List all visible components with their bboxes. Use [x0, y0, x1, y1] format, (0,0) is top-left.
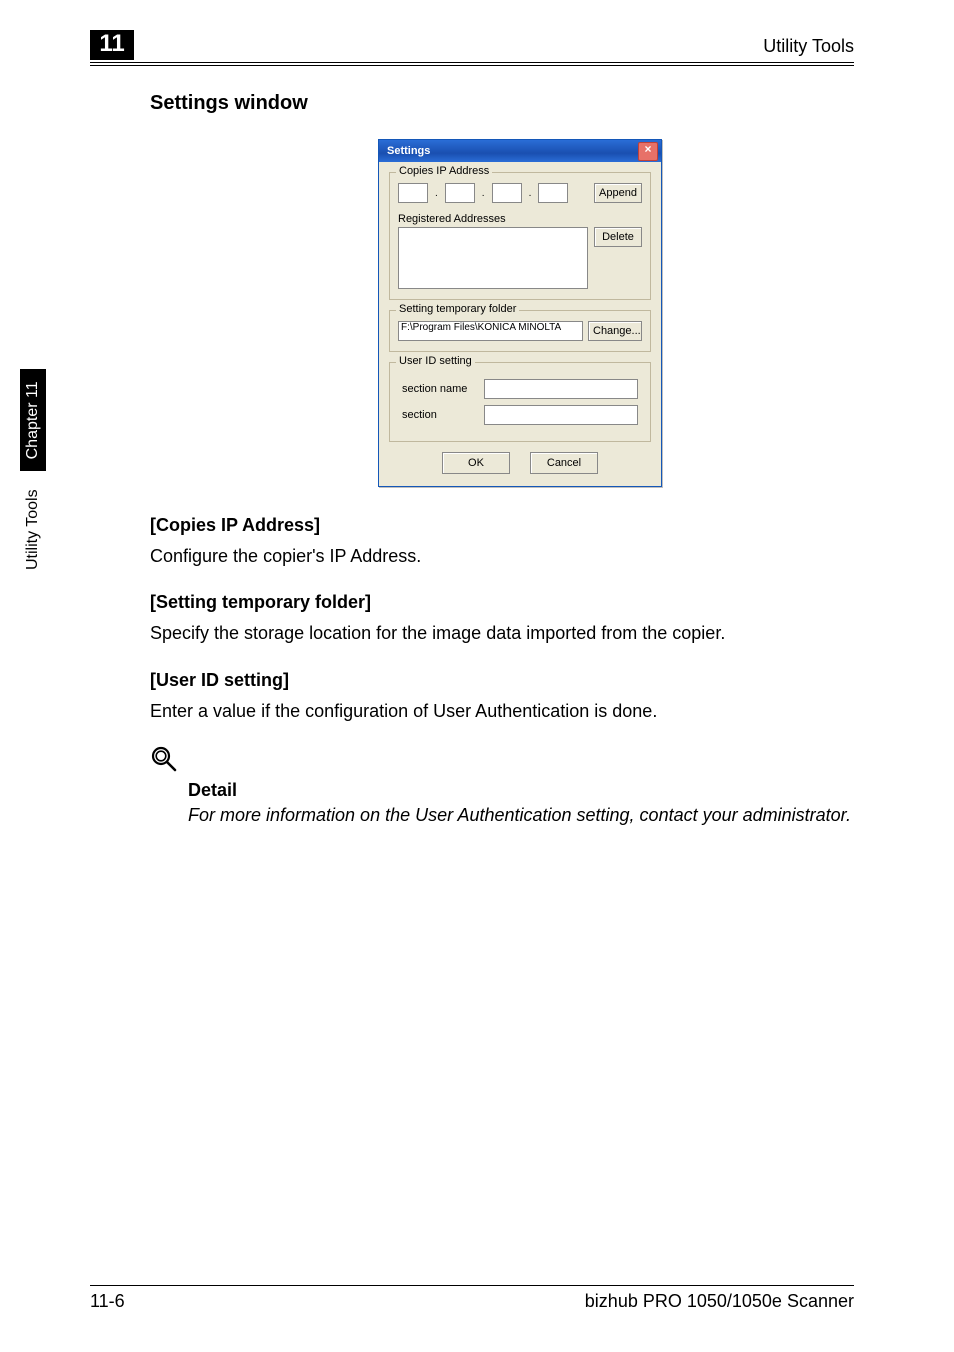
detail-body: For more information on the User Authent… [188, 803, 890, 827]
section-temp-folder-body: Specify the storage location for the ima… [150, 621, 890, 645]
section-temp-folder-title: [Setting temporary folder] [150, 592, 890, 613]
ip-octet-2[interactable] [445, 183, 475, 203]
side-chapter-badge: Chapter 11 [20, 369, 46, 471]
section-user-id-body: Enter a value if the configuration of Us… [150, 699, 890, 723]
group-copies-ip: Copies IP Address . . . Append Registere… [389, 172, 651, 300]
chapter-number-badge: 11 [90, 30, 134, 60]
settings-dialog: Settings × Copies IP Address . . . App [378, 139, 662, 487]
group-temp-folder: Setting temporary folder F:\Program File… [389, 310, 651, 352]
group-copies-ip-legend: Copies IP Address [396, 165, 492, 177]
ip-dot: . [481, 188, 486, 199]
group-user-id-legend: User ID setting [396, 355, 475, 367]
ip-octet-4[interactable] [538, 183, 568, 203]
ip-dot: . [528, 188, 533, 199]
footer-divider [90, 1285, 854, 1286]
ip-dot: . [434, 188, 439, 199]
delete-button[interactable]: Delete [594, 227, 642, 247]
ip-octet-1[interactable] [398, 183, 428, 203]
header-divider [90, 62, 854, 66]
dialog-titlebar: Settings × [379, 140, 661, 162]
registered-addresses-list[interactable] [398, 227, 588, 289]
page-heading: Settings window [150, 92, 890, 115]
group-user-id: User ID setting section name section [389, 362, 651, 442]
section-input[interactable] [484, 405, 638, 425]
section-name-label: section name [402, 383, 478, 395]
ip-octet-3[interactable] [492, 183, 522, 203]
registered-addresses-label: Registered Addresses [398, 213, 642, 225]
close-icon[interactable]: × [638, 142, 658, 161]
ok-button[interactable]: OK [442, 452, 510, 474]
footer-product-name: bizhub PRO 1050/1050e Scanner [585, 1291, 854, 1312]
section-copies-ip-body: Configure the copier's IP Address. [150, 544, 890, 568]
section-user-id-title: [User ID setting] [150, 670, 890, 691]
cancel-button[interactable]: Cancel [530, 452, 598, 474]
change-button[interactable]: Change... [588, 321, 642, 341]
detail-heading: Detail [188, 780, 890, 801]
side-label-utility: Utility Tools [24, 489, 42, 570]
section-copies-ip-title: [Copies IP Address] [150, 515, 890, 536]
header-section-title: Utility Tools [763, 36, 854, 57]
folder-path-input[interactable]: F:\Program Files\KONICA MINOLTA [398, 321, 583, 341]
magnifier-icon [150, 745, 890, 778]
footer-page-number: 11-6 [90, 1291, 125, 1312]
side-tab: Utility Tools Chapter 11 [20, 369, 46, 570]
group-temp-folder-legend: Setting temporary folder [396, 303, 519, 315]
section-label: section [402, 409, 478, 421]
section-name-input[interactable] [484, 379, 638, 399]
append-button[interactable]: Append [594, 183, 642, 203]
dialog-title: Settings [387, 145, 430, 157]
